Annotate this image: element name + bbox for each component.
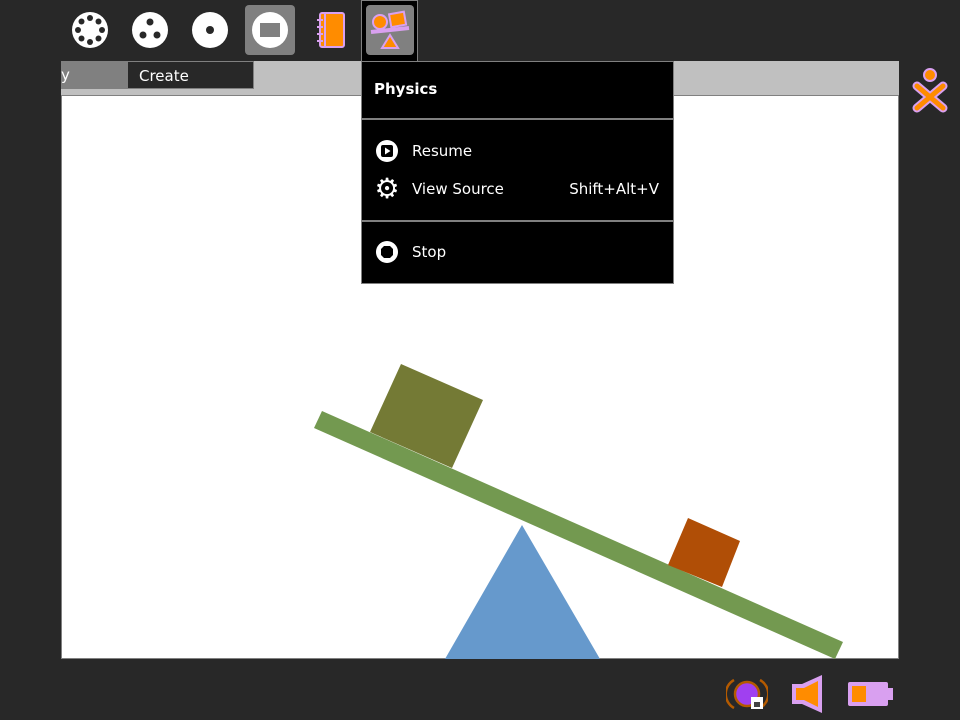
physics-activity-button[interactable] [361, 0, 418, 63]
battery-icon[interactable] [846, 680, 894, 708]
activity-palette-menu: Physics Resume ⚙ View Source Shift+Alt+V… [361, 61, 674, 284]
divider [362, 118, 673, 120]
network-device-icon[interactable] [726, 676, 768, 712]
palette-title: Physics [374, 80, 438, 98]
menu-item-resume[interactable]: Resume [374, 136, 659, 166]
xo-buddy-icon[interactable] [910, 66, 950, 114]
menu-item-label: Stop [412, 243, 447, 261]
seesaw-plank[interactable] [314, 411, 843, 659]
speaker-icon[interactable] [790, 674, 824, 714]
menu-item-view-source[interactable]: ⚙ View Source Shift+Alt+V [374, 174, 659, 204]
divider [362, 220, 673, 222]
fulcrum-triangle[interactable] [445, 525, 600, 659]
menu-item-label: Resume [412, 142, 473, 160]
menu-item-label: View Source [412, 180, 504, 198]
menu-item-shortcut: Shift+Alt+V [569, 180, 659, 198]
physics-activity-icon [370, 10, 410, 49]
menu-item-stop[interactable]: Stop [374, 237, 659, 267]
resume-icon [374, 138, 400, 164]
stop-icon [374, 239, 400, 265]
gear-icon: ⚙ [374, 172, 400, 205]
